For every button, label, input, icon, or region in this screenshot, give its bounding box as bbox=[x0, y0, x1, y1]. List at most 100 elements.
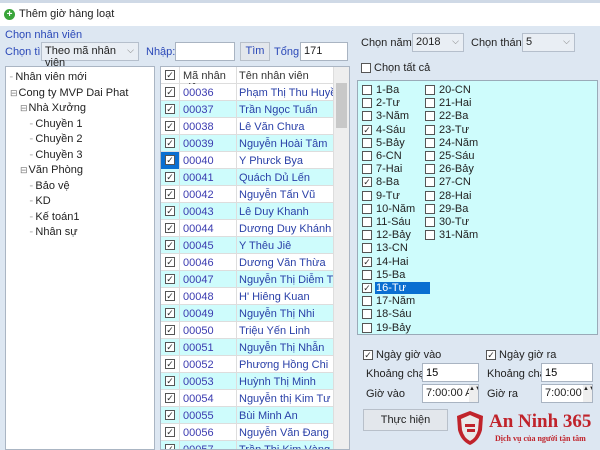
row-checkbox[interactable]: ✓ bbox=[165, 87, 175, 97]
interval-out-input[interactable] bbox=[541, 363, 593, 382]
checkbox[interactable]: ✓ bbox=[362, 283, 372, 293]
tree-node[interactable]: ╴Kế toán1 bbox=[30, 211, 79, 223]
tree-node[interactable]: ╴Chuyền 1 bbox=[30, 118, 83, 130]
table-row[interactable]: ✓ 00055 Bùi Minh An bbox=[161, 407, 333, 424]
checkbox[interactable] bbox=[425, 217, 435, 227]
row-checkbox[interactable]: ✓ bbox=[165, 342, 175, 352]
row-checkbox[interactable]: ✓ bbox=[165, 155, 175, 165]
checkbox[interactable]: ✓ bbox=[363, 350, 373, 360]
checkbox[interactable] bbox=[425, 111, 435, 122]
checkbox[interactable]: ✓ bbox=[362, 124, 372, 135]
row-checkbox[interactable]: ✓ bbox=[165, 223, 175, 233]
table-row[interactable]: ✓ 00048 H' Hiêng Kuan bbox=[161, 288, 333, 305]
row-checkbox[interactable]: ✓ bbox=[165, 172, 175, 182]
checkbox[interactable] bbox=[425, 98, 435, 109]
table-row[interactable]: ✓ 00042 Nguyễn Tấn Vũ bbox=[161, 186, 333, 203]
collapse-icon[interactable]: ⊟ bbox=[20, 103, 28, 113]
table-row[interactable]: ✓ 00044 Dương Duy Khánh bbox=[161, 220, 333, 237]
collapse-icon[interactable]: ⊟ bbox=[20, 165, 28, 175]
row-select-cell[interactable]: ✓ bbox=[161, 356, 180, 373]
row-select-cell[interactable]: ✓ bbox=[161, 288, 180, 305]
interval-in-input[interactable] bbox=[422, 363, 479, 382]
row-checkbox[interactable]: ✓ bbox=[165, 376, 175, 386]
table-row[interactable]: ✓ 00037 Trần Ngọc Tuấn bbox=[161, 101, 333, 118]
month-select[interactable]: 5 ⌵ bbox=[522, 33, 575, 52]
row-checkbox[interactable]: ✓ bbox=[165, 325, 175, 335]
table-row[interactable]: ✓ 00041 Quách Dủ Lến bbox=[161, 169, 333, 186]
row-checkbox[interactable]: ✓ bbox=[165, 359, 175, 369]
row-checkbox[interactable]: ✓ bbox=[165, 206, 175, 216]
row-select-cell[interactable]: ✓ bbox=[161, 390, 180, 407]
row-select-cell[interactable]: ✓ bbox=[161, 237, 180, 254]
checkbox[interactable] bbox=[362, 296, 372, 307]
table-row[interactable]: ✓ 00052 Phương Hồng Chi bbox=[161, 356, 333, 373]
table-row[interactable]: ✓ 00046 Dương Văn Thừa bbox=[161, 254, 333, 271]
search-mode-select[interactable]: Theo mã nhân viên ⌵ bbox=[41, 42, 139, 69]
day-list[interactable]: 1-Ba 2-Tư 3-Năm ✓ 4-Sáu 5-Bảy 6-CN 7-Hai ✓ 8-Ba 9-… bbox=[357, 80, 598, 335]
checkbox[interactable] bbox=[362, 217, 372, 227]
row-checkbox[interactable]: ✓ bbox=[165, 308, 175, 318]
checkbox[interactable] bbox=[425, 190, 435, 201]
checkbox[interactable] bbox=[425, 151, 435, 161]
table-row[interactable]: ✓ 00049 Nguyễn Thị Nhi bbox=[161, 305, 333, 322]
table-row[interactable]: ✓ 00050 Triệu Yến Linh bbox=[161, 322, 333, 339]
table-row[interactable]: ✓ 00039 Nguyễn Hoài Tâm bbox=[161, 135, 333, 152]
row-select-cell[interactable]: ✓ bbox=[161, 254, 180, 271]
checkbox[interactable] bbox=[425, 177, 435, 188]
tree-node[interactable]: ╴KD bbox=[30, 195, 51, 207]
table-row[interactable]: ✓ 00053 Huỳnh Thị Minh bbox=[161, 373, 333, 390]
row-select-cell[interactable]: ✓ bbox=[161, 305, 180, 322]
row-select-cell[interactable]: ✓ bbox=[161, 203, 180, 220]
checkbox[interactable] bbox=[425, 230, 435, 241]
checkbox[interactable] bbox=[362, 203, 372, 214]
row-select-cell[interactable]: ✓ bbox=[161, 373, 180, 390]
row-checkbox[interactable]: ✓ bbox=[165, 189, 175, 199]
checkbox[interactable]: ✓ bbox=[486, 350, 496, 360]
checkbox[interactable] bbox=[362, 309, 372, 320]
checkbox[interactable] bbox=[362, 269, 372, 280]
checkbox[interactable] bbox=[362, 137, 372, 148]
department-tree[interactable]: ╴Nhân viên mới ⊟Cong ty MVP Dai Phat ⊟Nhà … bbox=[5, 66, 155, 450]
row-checkbox[interactable]: ✓ bbox=[165, 138, 175, 148]
checkbox[interactable] bbox=[425, 137, 435, 148]
checkbox[interactable] bbox=[362, 111, 372, 122]
tree-node[interactable]: ╴Bảo vệ bbox=[30, 180, 70, 192]
row-checkbox[interactable]: ✓ bbox=[165, 393, 175, 403]
row-checkbox[interactable]: ✓ bbox=[165, 410, 175, 420]
row-checkbox[interactable]: ✓ bbox=[165, 291, 175, 301]
row-checkbox[interactable]: ✓ bbox=[165, 257, 175, 267]
table-row[interactable]: ✓ 00043 Lê Duy Khanh bbox=[161, 203, 333, 220]
row-checkbox[interactable]: ✓ bbox=[165, 121, 175, 131]
row-select-cell[interactable]: ✓ bbox=[161, 220, 180, 237]
checkbox[interactable] bbox=[425, 203, 435, 214]
table-row[interactable]: ✓ 00047Nguyễn Thị Diễm Trúc bbox=[161, 271, 333, 288]
checkbox[interactable] bbox=[362, 190, 372, 201]
tree-node[interactable]: ⊟Văn Phòng bbox=[20, 164, 83, 176]
time-out-checkbox[interactable]: ✓ Ngày giờ ra bbox=[486, 349, 586, 362]
collapse-icon[interactable]: ⊟ bbox=[10, 88, 18, 98]
checkbox[interactable] bbox=[362, 243, 372, 254]
time-in-picker[interactable]: 7:00:00 AM▲▼ bbox=[422, 384, 479, 403]
checkbox[interactable] bbox=[425, 85, 435, 95]
checkbox[interactable]: ✓ bbox=[362, 177, 372, 188]
tree-node[interactable]: ╴Nhân viên mới bbox=[10, 71, 87, 83]
tree-node[interactable]: ╴Nhân sự bbox=[30, 226, 78, 238]
tree-node[interactable]: ╴Chuyền 3 bbox=[30, 149, 83, 161]
tree-node[interactable]: ⊟Nhà Xưởng bbox=[20, 102, 86, 114]
time-out-picker[interactable]: 7:00:00 PM▲▼ bbox=[541, 384, 593, 403]
checkbox[interactable] bbox=[362, 164, 372, 175]
table-row[interactable]: ✓ 00057 Trần Thị Kim Vàng bbox=[161, 441, 333, 449]
row-select-cell[interactable]: ✓ bbox=[161, 441, 180, 449]
checkbox[interactable] bbox=[362, 85, 372, 95]
table-row[interactable]: ✓ 00051 Nguyễn Thị Nhẫn bbox=[161, 339, 333, 356]
table-row[interactable]: ✓ 00036 Phạm Thị Thu Huyền bbox=[161, 84, 333, 101]
table-row[interactable]: ✓ 00038 Lê Văn Chưa bbox=[161, 118, 333, 135]
tree-node[interactable]: ⊟Cong ty MVP Dai Phat bbox=[10, 87, 128, 99]
checkbox[interactable] bbox=[362, 151, 372, 161]
checkbox[interactable]: ✓ bbox=[362, 256, 372, 267]
row-select-cell[interactable]: ✓ bbox=[161, 339, 180, 356]
select-all-employees-checkbox[interactable]: ✓ bbox=[165, 70, 175, 80]
row-select-cell[interactable]: ✓ bbox=[161, 424, 180, 441]
table-row[interactable]: ✓ 00045 Y Thêu Jiê bbox=[161, 237, 333, 254]
row-select-cell[interactable]: ✓ bbox=[161, 118, 180, 135]
